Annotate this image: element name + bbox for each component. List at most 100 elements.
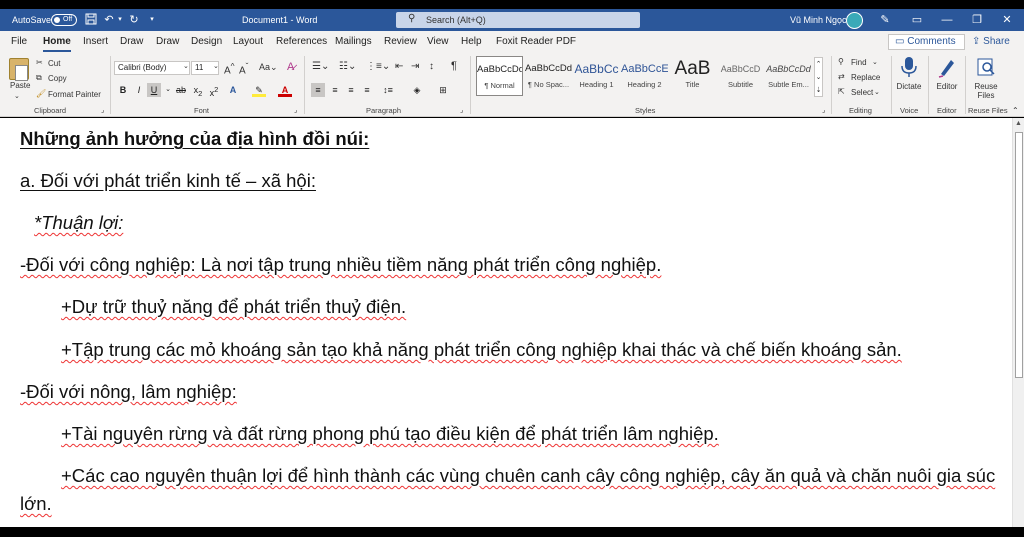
style-heading-1[interactable]: AaBbCc Heading 1 — [573, 56, 620, 96]
tab-file[interactable]: File — [11, 36, 27, 47]
editor-button[interactable]: Editor — [932, 56, 962, 91]
tab-view[interactable]: View — [427, 36, 449, 47]
subscript-button[interactable]: x2 — [191, 83, 205, 98]
vertical-scrollbar[interactable]: ▲ — [1012, 118, 1024, 527]
paste-button-label[interactable]: Paste — [10, 81, 30, 90]
line-spacing-icon[interactable]: ↕≡ — [381, 83, 395, 97]
tab-insert[interactable]: Insert — [83, 36, 108, 47]
paragraph-plateaus-continued[interactable]: lớn. — [20, 493, 52, 515]
paragraph-minerals[interactable]: +Tập trung các mỏ khoáng sản tạo khả năn… — [61, 339, 902, 361]
advantages-label[interactable]: *Thuận lợi: — [34, 212, 123, 234]
style-no-spacing[interactable]: AaBbCcDd ¶ No Spac... — [525, 56, 572, 96]
pen-icon[interactable]: ✎ — [876, 12, 894, 28]
superscript-button[interactable]: x2 — [207, 83, 221, 98]
tab-layout[interactable]: Layout — [233, 36, 263, 47]
paste-icon[interactable] — [9, 58, 29, 81]
increase-indent-icon[interactable]: ⇥ — [411, 61, 419, 72]
document-heading[interactable]: Những ảnh hưởng của địa hình đồi núi: — [20, 128, 369, 150]
autosave-toggle[interactable]: Off — [51, 14, 77, 26]
highlight-icon[interactable]: ✎ — [252, 83, 266, 97]
ribbon-display-icon[interactable]: ▭ — [908, 12, 926, 28]
tab-foxit-reader-pdf[interactable]: Foxit Reader PDF — [496, 36, 576, 47]
style-normal[interactable]: AaBbCcDd ¶ Normal — [476, 56, 523, 96]
shading-icon[interactable]: ◈ — [410, 83, 424, 97]
avatar[interactable] — [846, 12, 863, 29]
chevron-down-icon[interactable]: ⌄ — [874, 88, 880, 96]
reuse-files-button[interactable]: Reuse Files — [968, 56, 1004, 100]
format-painter-icon[interactable]: 🖌 — [36, 89, 46, 98]
find-icon[interactable]: ⚲ — [838, 57, 844, 66]
italic-button[interactable]: I — [132, 83, 146, 97]
replace-button[interactable]: Replace — [851, 73, 880, 82]
clear-formatting-icon[interactable]: A̷ — [287, 61, 294, 73]
font-launcher-icon[interactable]: ⌟ — [294, 106, 297, 114]
paragraph-launcher-icon[interactable]: ⌟ — [460, 106, 463, 114]
font-name-select[interactable]: Calibri (Body) — [114, 61, 190, 75]
style-subtle-emphasis[interactable]: AaBbCcDd Subtle Em... — [765, 56, 812, 96]
format-painter-button[interactable]: Format Painter — [48, 90, 101, 99]
tab-review[interactable]: Review — [384, 36, 417, 47]
strikethrough-button[interactable]: ab — [174, 83, 188, 97]
cut-button[interactable]: Cut — [48, 59, 60, 68]
shrink-font-icon[interactable]: Aˇ — [239, 61, 248, 76]
font-color-icon[interactable]: A — [278, 83, 292, 97]
copy-icon[interactable]: ⧉ — [36, 73, 42, 83]
style-title[interactable]: AaB Title — [669, 56, 716, 96]
user-name[interactable]: Vũ Minh Ngọc — [790, 15, 847, 25]
paragraph-plateaus[interactable]: +Các cao nguyên thuận lợi để hình thành … — [61, 465, 995, 487]
grow-font-icon[interactable]: A^ — [224, 61, 235, 76]
customize-qat-icon[interactable]: ▾ — [145, 13, 159, 27]
styles-scroll-icon[interactable]: ⌃ ⌄ ⇣ — [814, 57, 823, 97]
find-button[interactable]: Find — [851, 58, 867, 67]
undo-dropdown-icon[interactable]: ▾ — [113, 13, 127, 27]
paragraph-forestry[interactable]: +Tài nguyên rừng và đất rừng phong phú t… — [61, 423, 719, 445]
decrease-indent-icon[interactable]: ⇤ — [395, 61, 403, 72]
bullets-icon[interactable]: ☰⌄ — [312, 61, 329, 72]
tab-home[interactable]: Home — [43, 36, 71, 52]
redo-icon[interactable]: ↻ — [127, 13, 141, 27]
tab-design[interactable]: Design — [191, 36, 222, 47]
change-case-icon[interactable]: Aa⌄ — [259, 62, 278, 73]
save-icon[interactable] — [84, 13, 98, 27]
maximize-icon[interactable]: ❐ — [968, 12, 986, 28]
tab-mailings[interactable]: Mailings — [335, 36, 372, 47]
scroll-up-icon[interactable]: ▲ — [1015, 120, 1022, 127]
style-subtitle[interactable]: AaBbCcD Subtitle — [717, 56, 764, 96]
paste-dropdown-icon[interactable]: ⌄ — [14, 92, 20, 100]
justify-icon[interactable]: ≡ — [360, 83, 374, 97]
text-effects-icon[interactable]: A — [226, 83, 240, 97]
tab-references[interactable]: References — [276, 36, 327, 47]
comments-button[interactable]: ▭ Comments ⌄ — [888, 34, 965, 61]
tab-draw-2[interactable]: Draw — [156, 36, 179, 47]
close-icon[interactable]: ✕ — [998, 12, 1016, 28]
underline-button[interactable]: U — [147, 83, 161, 97]
numbering-icon[interactable]: ☷⌄ — [339, 61, 356, 72]
copy-button[interactable]: Copy — [48, 74, 67, 83]
clipboard-launcher-icon[interactable]: ⌟ — [101, 106, 104, 114]
share-button[interactable]: ⇪ Share — [972, 34, 1018, 50]
dictate-button[interactable]: Dictate — [894, 56, 924, 91]
paragraph-industry[interactable]: -Đối với công nghiệp: Là nơi tập trung n… — [20, 254, 661, 276]
underline-dropdown-icon[interactable]: ⌄ — [161, 83, 175, 97]
chevron-down-icon[interactable]: ⌄ — [183, 62, 189, 70]
align-center-icon[interactable]: ≡ — [328, 83, 342, 97]
tab-draw[interactable]: Draw — [120, 36, 143, 47]
minimize-icon[interactable]: — — [938, 12, 956, 28]
bold-button[interactable]: B — [116, 83, 130, 97]
paragraph-hydropower[interactable]: +Dự trữ thuỷ năng để phát triển thuỷ điệ… — [61, 296, 406, 318]
section-a-heading[interactable]: a. Đối với phát triển kinh tế – xã hội: — [20, 170, 316, 192]
collapse-ribbon-icon[interactable]: ⌃ — [1012, 106, 1019, 115]
chevron-down-icon[interactable]: ⌄ — [213, 62, 219, 70]
chevron-down-icon[interactable]: ⌄ — [872, 58, 878, 66]
document-page[interactable]: Những ảnh hưởng của địa hình đồi núi: a.… — [0, 118, 1012, 527]
style-heading-2[interactable]: AaBbCcE Heading 2 — [621, 56, 668, 96]
align-left-icon[interactable]: ≡ — [311, 83, 325, 97]
select-button[interactable]: Select — [851, 88, 873, 97]
align-right-icon[interactable]: ≡ — [344, 83, 358, 97]
scrollbar-thumb[interactable] — [1015, 132, 1023, 378]
paragraph-agriculture[interactable]: -Đối với nông, lâm nghiệp: — [20, 381, 237, 403]
styles-launcher-icon[interactable]: ⌟ — [822, 106, 825, 114]
tab-help[interactable]: Help — [461, 36, 482, 47]
multilevel-list-icon[interactable]: ⋮≡⌄ — [366, 61, 390, 72]
borders-icon[interactable]: ⊞ — [436, 83, 450, 97]
